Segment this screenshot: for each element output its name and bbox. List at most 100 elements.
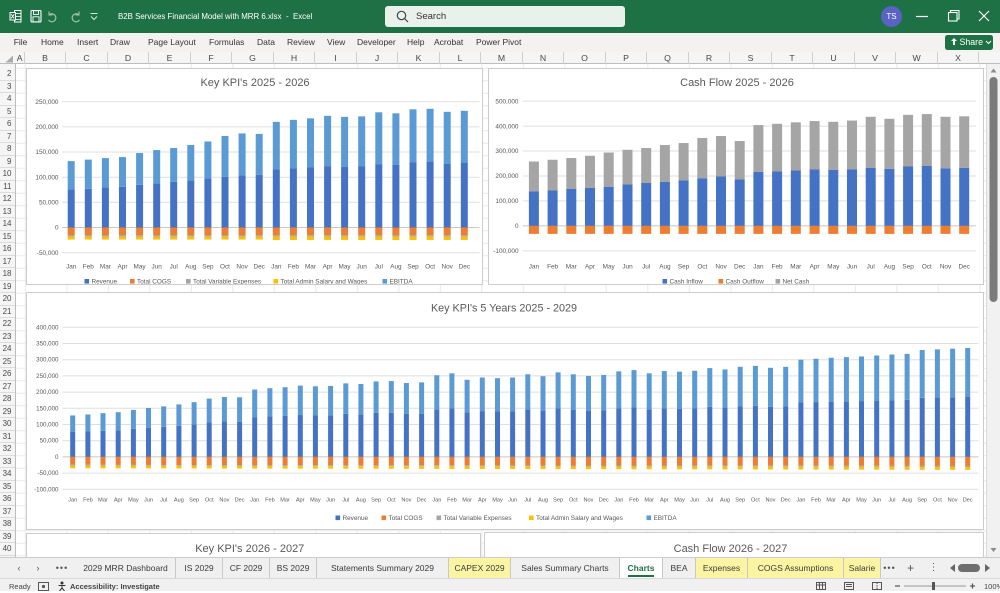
svg-text:Jul: Jul: [342, 497, 349, 503]
svg-text:Mar: Mar: [565, 263, 577, 270]
svg-text:Dec: Dec: [780, 497, 790, 503]
svg-text:Oct: Oct: [386, 497, 395, 503]
svg-text:Sep: Sep: [202, 263, 214, 270]
svg-text:Jun: Jun: [151, 263, 162, 270]
svg-text:Sep: Sep: [371, 497, 381, 503]
svg-text:Total Admin Salary and Wages: Total Admin Salary and Wages: [280, 278, 367, 284]
svg-text:-100,000: -100,000: [493, 248, 519, 255]
svg-text:250,000: 250,000: [35, 99, 59, 106]
svg-text:Feb: Feb: [287, 263, 298, 270]
svg-text:May: May: [492, 497, 503, 503]
svg-text:Oct: Oct: [568, 497, 577, 503]
svg-text:350,000: 350,000: [36, 340, 59, 347]
svg-text:EBITDA: EBITDA: [653, 515, 677, 522]
svg-text:May: May: [856, 497, 867, 503]
svg-text:Mar: Mar: [826, 497, 836, 503]
svg-text:Apr: Apr: [295, 497, 304, 503]
svg-text:200,000: 200,000: [495, 173, 519, 180]
svg-text:Feb: Feb: [547, 263, 558, 270]
svg-text:Sep: Sep: [677, 263, 689, 270]
svg-text:200,000: 200,000: [36, 389, 59, 396]
svg-text:Mar: Mar: [99, 263, 111, 270]
svg-text:EBITDA: EBITDA: [389, 278, 413, 284]
svg-text:Jul: Jul: [706, 497, 713, 503]
svg-text:Mar: Mar: [280, 497, 290, 503]
svg-text:Jul: Jul: [160, 497, 167, 503]
svg-text:Aug: Aug: [390, 263, 402, 270]
svg-text:100,000: 100,000: [36, 421, 59, 428]
svg-text:Nov: Nov: [441, 263, 453, 270]
svg-text:Apr: Apr: [659, 497, 668, 503]
svg-text:150,000: 150,000: [36, 405, 59, 412]
svg-text:150,000: 150,000: [35, 149, 59, 156]
svg-text:May: May: [674, 497, 685, 503]
svg-text:Jan: Jan: [432, 497, 441, 503]
svg-text:Jul: Jul: [524, 497, 531, 503]
svg-text:Nov: Nov: [219, 497, 229, 503]
svg-text:50,000: 50,000: [38, 199, 58, 206]
svg-text:Total Variable Expenses: Total Variable Expenses: [443, 515, 511, 522]
svg-text:100,000: 100,000: [35, 174, 59, 181]
svg-text:Total COGS: Total COGS: [388, 515, 422, 522]
svg-text:300,000: 300,000: [495, 148, 519, 155]
svg-text:Nov: Nov: [583, 497, 593, 503]
svg-text:Apr: Apr: [117, 263, 128, 270]
svg-text:Sep: Sep: [553, 497, 563, 503]
svg-text:May: May: [338, 263, 351, 270]
svg-text:Sep: Sep: [735, 497, 745, 503]
svg-text:0: 0: [514, 223, 518, 230]
svg-text:Aug: Aug: [355, 497, 365, 503]
svg-text:Feb: Feb: [629, 497, 639, 503]
svg-text:Feb: Feb: [265, 497, 275, 503]
svg-text:Jun: Jun: [326, 497, 335, 503]
svg-text:Aug: Aug: [185, 263, 197, 270]
svg-text:0: 0: [55, 453, 59, 460]
svg-text:Nov: Nov: [939, 263, 951, 270]
svg-text:May: May: [310, 497, 321, 503]
svg-text:Oct: Oct: [697, 263, 707, 270]
svg-text:Feb: Feb: [82, 263, 93, 270]
svg-text:Cash Flow 2025 - 2026: Cash Flow 2025 - 2026: [680, 76, 794, 88]
svg-text:Dec: Dec: [958, 263, 970, 270]
svg-text:Jun: Jun: [143, 497, 152, 503]
svg-text:Jun: Jun: [622, 263, 633, 270]
svg-text:Revenue: Revenue: [91, 278, 117, 284]
svg-text:Net Cash: Net Cash: [782, 278, 809, 284]
svg-text:Jun: Jun: [508, 497, 517, 503]
svg-text:Aug: Aug: [538, 497, 548, 503]
svg-text:Apr: Apr: [585, 263, 596, 270]
svg-text:Mar: Mar: [462, 497, 472, 503]
svg-text:Feb: Feb: [811, 497, 821, 503]
svg-text:Dec: Dec: [962, 497, 972, 503]
svg-text:0: 0: [54, 224, 58, 231]
svg-text:Feb: Feb: [771, 263, 782, 270]
svg-text:Aug: Aug: [659, 263, 671, 270]
svg-text:Nov: Nov: [715, 263, 727, 270]
svg-text:Mar: Mar: [98, 497, 108, 503]
svg-text:400,000: 400,000: [495, 123, 519, 130]
svg-text:Jan: Jan: [68, 497, 77, 503]
svg-text:100%: 100%: [984, 582, 1000, 591]
svg-text:Jan: Jan: [250, 497, 259, 503]
svg-text:Revenue: Revenue: [342, 515, 368, 522]
svg-text:50,000: 50,000: [39, 437, 58, 444]
svg-text:Dec: Dec: [598, 497, 608, 503]
svg-text:Dec: Dec: [734, 263, 746, 270]
svg-text:Jan: Jan: [66, 263, 77, 270]
svg-text:Nov: Nov: [947, 497, 957, 503]
svg-text:Jun: Jun: [872, 497, 881, 503]
svg-text:Key KPI's 5 Years 2025 - 2029: Key KPI's 5 Years 2025 - 2029: [430, 302, 576, 314]
svg-text:Dec: Dec: [416, 497, 426, 503]
svg-text:Oct: Oct: [921, 263, 931, 270]
svg-text:500,000: 500,000: [495, 98, 519, 105]
svg-text:Dec: Dec: [458, 263, 470, 270]
svg-text:Jul: Jul: [888, 497, 895, 503]
svg-text:Jun: Jun: [846, 263, 857, 270]
svg-text:Feb: Feb: [83, 497, 93, 503]
svg-text:Jul: Jul: [866, 263, 874, 270]
svg-text:Mar: Mar: [304, 263, 316, 270]
svg-text:Mar: Mar: [644, 497, 654, 503]
svg-text:Cash Inflow: Cash Inflow: [669, 278, 703, 284]
svg-text:Oct: Oct: [933, 497, 942, 503]
svg-text:Sep: Sep: [407, 263, 419, 270]
